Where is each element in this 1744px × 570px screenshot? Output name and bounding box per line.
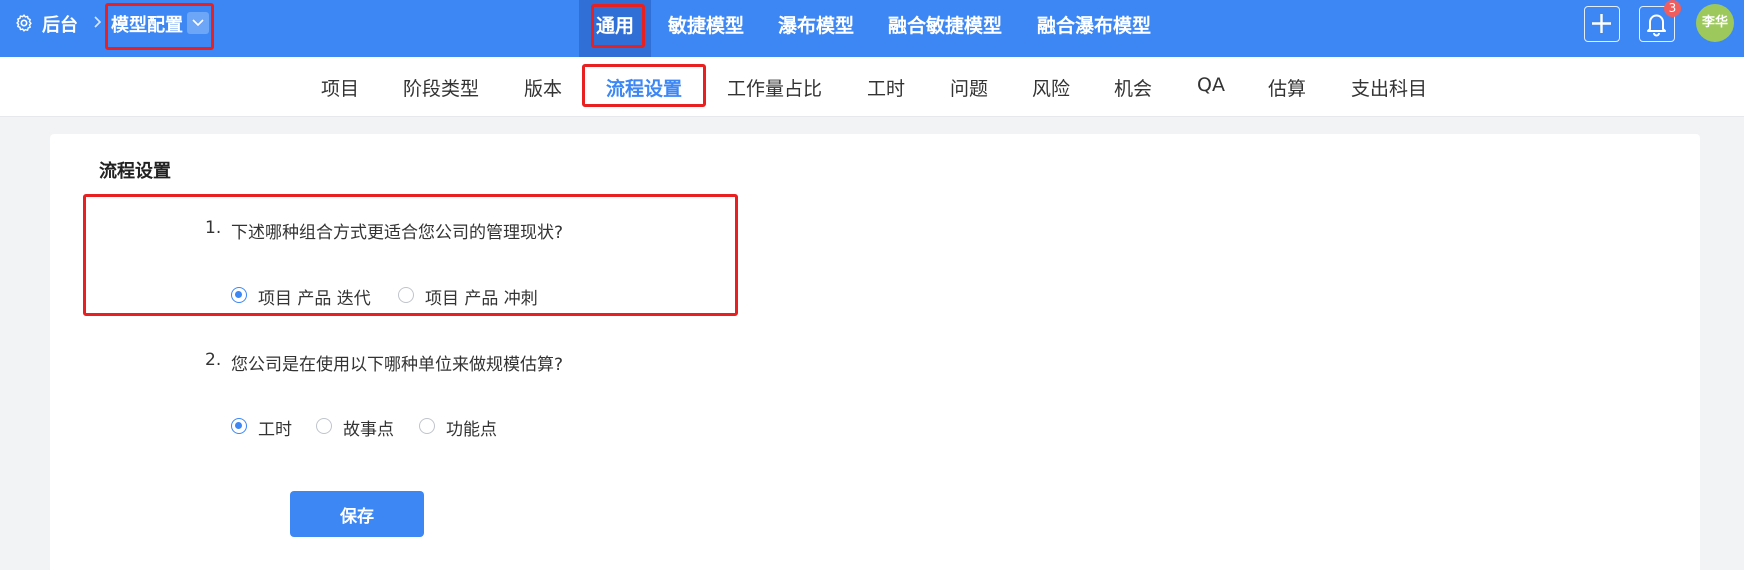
q1-option-2-label[interactable]: 项目 产品 冲刺: [425, 284, 538, 309]
tab-waterfall-model[interactable]: 瀑布模型: [778, 11, 854, 38]
avatar[interactable]: 李华: [1696, 4, 1734, 42]
chevron-right-icon: [94, 16, 102, 28]
top-nav-bar: 后台 模型配置 通用 敏捷模型 瀑布模型 融合敏捷模型 融合瀑布模型 3 李华: [0, 0, 1744, 57]
subtab-opportunities[interactable]: 机会: [1114, 74, 1152, 101]
q1-radio-option-2[interactable]: [398, 287, 414, 303]
q2-radio-option-2[interactable]: [316, 418, 332, 434]
q1-radio-option-1[interactable]: [231, 287, 247, 303]
q2-radio-option-1[interactable]: [231, 418, 247, 434]
gear-icon[interactable]: [14, 13, 34, 33]
plus-icon: [1592, 14, 1611, 33]
subtab-phase-type[interactable]: 阶段类型: [403, 74, 479, 101]
q1-option-1-label[interactable]: 项目 产品 迭代: [258, 284, 371, 309]
save-button[interactable]: 保存: [290, 491, 424, 537]
subtab-expense-items[interactable]: 支出科目: [1351, 74, 1427, 101]
add-button[interactable]: [1584, 6, 1620, 42]
q2-option-2-label[interactable]: 故事点: [343, 415, 394, 440]
breadcrumb-model-config[interactable]: 模型配置: [111, 11, 183, 37]
subtab-risks[interactable]: 风险: [1032, 74, 1070, 101]
sub-nav-bar: 项目 阶段类型 版本 流程设置 工作量占比 工时 问题 风险 机会 QA 估算 …: [0, 57, 1744, 117]
section-title: 流程设置: [99, 161, 171, 182]
chevron-down-icon: [192, 19, 204, 27]
subtab-project[interactable]: 项目: [321, 74, 359, 101]
question-2-number: 2.: [205, 350, 222, 370]
question-2-text: 您公司是在使用以下哪种单位来做规模估算?: [231, 355, 564, 375]
subtab-issues[interactable]: 问题: [950, 74, 988, 101]
subtab-process-settings[interactable]: 流程设置: [606, 74, 682, 101]
breadcrumb-backstage[interactable]: 后台: [42, 11, 78, 37]
subtab-version[interactable]: 版本: [524, 74, 562, 101]
subtab-workload-ratio[interactable]: 工作量占比: [727, 74, 822, 101]
question-1-number: 1.: [205, 218, 222, 238]
tab-hybrid-waterfall-model[interactable]: 融合瀑布模型: [1037, 11, 1151, 38]
model-config-dropdown[interactable]: [187, 12, 209, 34]
tab-general[interactable]: 通用: [596, 11, 634, 38]
subtab-estimation[interactable]: 估算: [1268, 74, 1306, 101]
q2-option-1-label[interactable]: 工时: [258, 415, 292, 440]
subtab-work-hours[interactable]: 工时: [867, 74, 905, 101]
tab-hybrid-agile-model[interactable]: 融合敏捷模型: [888, 11, 1002, 38]
q2-radio-option-3[interactable]: [419, 418, 435, 434]
subtab-qa[interactable]: QA: [1197, 74, 1225, 96]
question-1-text: 下述哪种组合方式更适合您公司的管理现状?: [231, 223, 564, 243]
notification-badge: 3: [1664, 0, 1681, 17]
q2-option-3-label[interactable]: 功能点: [446, 415, 497, 440]
tab-agile-model[interactable]: 敏捷模型: [668, 11, 744, 38]
